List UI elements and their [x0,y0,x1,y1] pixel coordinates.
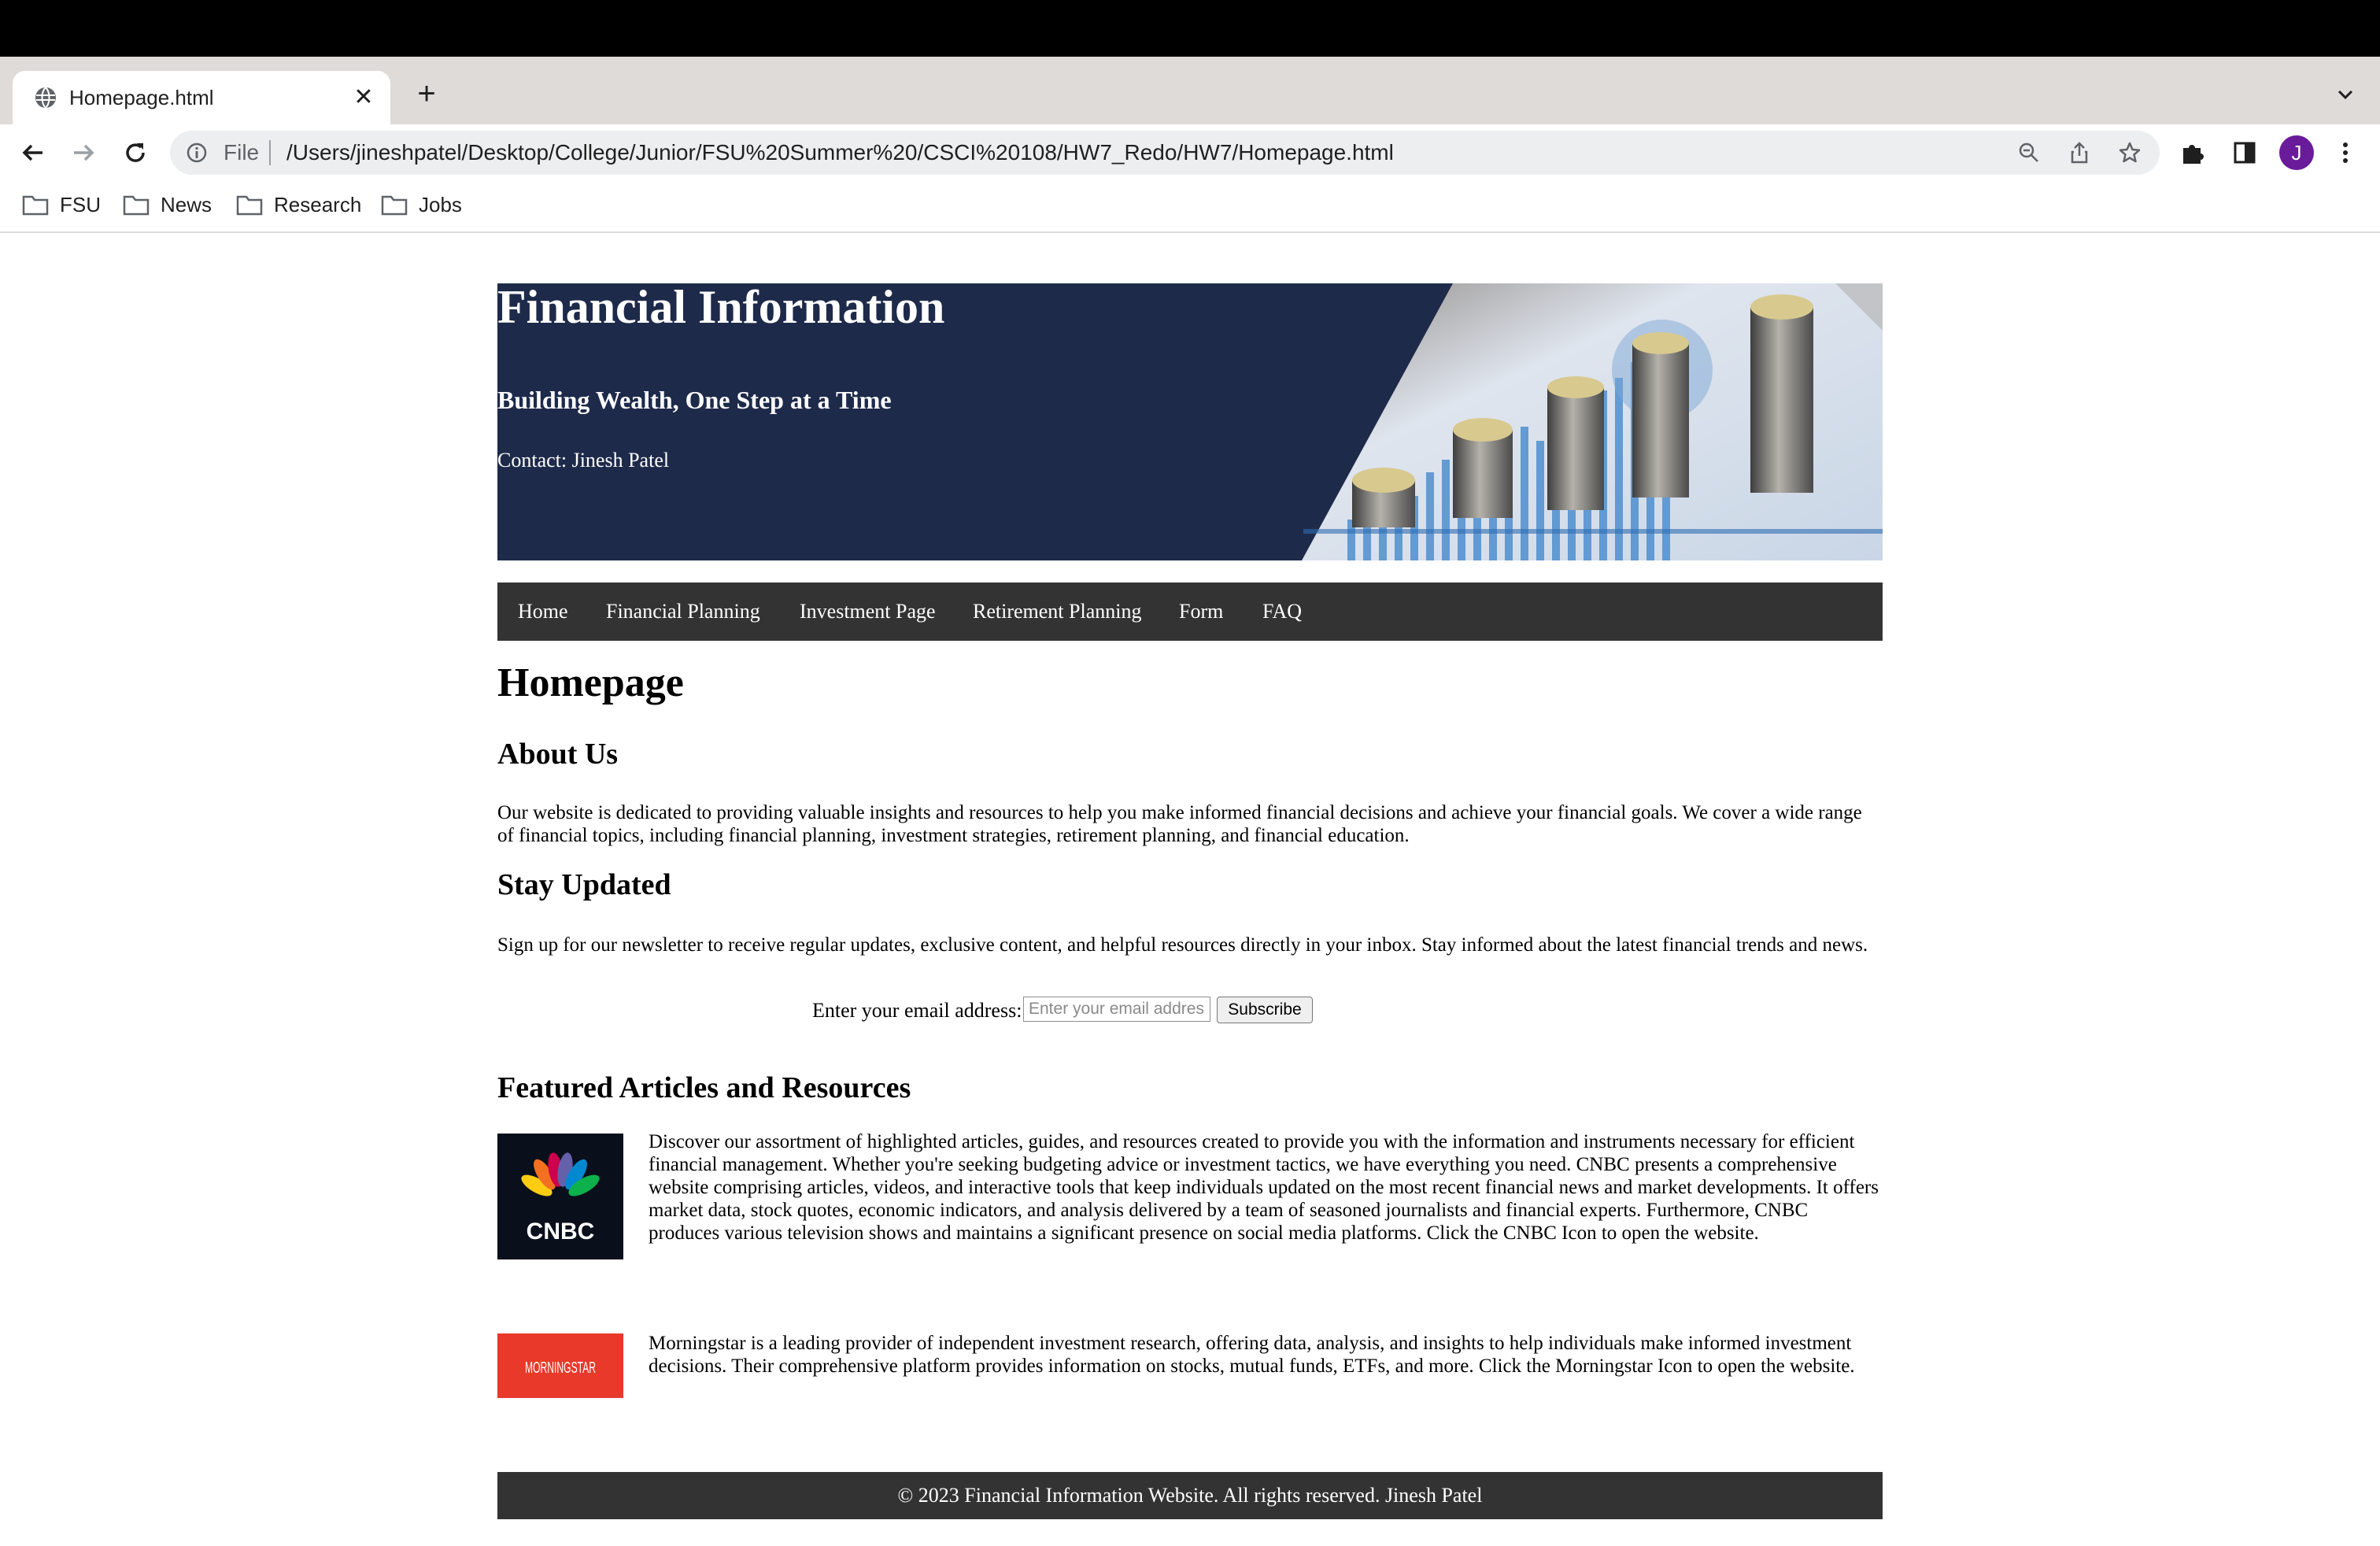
stay-updated-text: Sign up for our newsletter to receive re… [497,934,1868,956]
nav-link-form[interactable]: Form [1179,583,1223,641]
bookmark-label: FSU [60,193,101,216]
header-banner: Financial Information Building Wealth, O… [497,283,1883,560]
cnbc-article-text: Discover our assortment of highlighted a… [649,1131,1879,1244]
folder-icon [22,195,49,216]
contact-info: Contact: Jinesh Patel [497,449,670,472]
kebab-menu-icon[interactable] [2330,137,2361,168]
url-scheme-label: File [224,140,260,165]
svg-text:CNBC: CNBC [527,1219,595,1245]
cnbc-peacock-logo: CNBC [521,1152,600,1245]
browser-tab[interactable]: Homepage.html ✕ [13,71,390,124]
site-footer: © 2023 Financial Information Website. Al… [497,1472,1883,1519]
morningstar-article-text: Morningstar is a leading provider of ind… [649,1333,1855,1377]
about-us-text: Our website is dedicated to providing va… [497,802,1862,846]
site-title: Financial Information [497,283,945,333]
featured-heading: Featured Articles and Resources [497,1071,911,1104]
forward-arrow-icon[interactable] [68,137,99,168]
info-icon[interactable] [186,142,208,164]
main-nav: Home Financial Planning Investment Page … [497,583,1883,641]
folder-icon [123,195,150,216]
side-panel-icon[interactable] [2229,137,2260,168]
bookmark-label: News [161,193,213,216]
bookmark-label: Research [274,193,362,216]
cnbc-logo-link[interactable]: CNBC [497,1134,623,1259]
email-input[interactable] [1023,997,1210,1022]
bookmarks-bar: FSU News Research Jobs [0,181,2380,233]
page-title: Homepage [497,660,684,705]
profile-avatar[interactable]: J [2279,135,2314,170]
address-bar[interactable]: File /Users/jineshpatel/Desktop/College/… [170,131,2160,175]
nav-link-investment-page[interactable]: Investment Page [800,583,936,641]
bookmark-label: Jobs [419,193,462,216]
about-us-heading: About Us [497,738,619,771]
nav-link-retirement-planning[interactable]: Retirement Planning [973,583,1141,641]
reload-icon[interactable] [120,137,151,168]
nav-link-home[interactable]: Home [518,583,568,641]
subscribe-button[interactable]: Subscribe [1217,997,1313,1023]
email-label: Enter your email address: [812,999,1022,1022]
tab-search-chevron-icon[interactable] [2333,82,2358,107]
morningstar-logo-link[interactable]: MORNINGSTAR [497,1333,623,1398]
svg-text:MORNINGSTAR: MORNINGSTAR [525,1359,596,1377]
folder-icon [381,195,408,216]
browser-toolbar: File /Users/jineshpatel/Desktop/College/… [0,124,2380,181]
bookmark-star-icon[interactable] [2117,140,2142,165]
nav-link-faq[interactable]: FAQ [1262,583,1302,641]
new-tab-button[interactable]: + [411,78,442,110]
zoom-icon[interactable] [2016,140,2042,165]
omnibox-divider [269,140,271,165]
tab-strip: Homepage.html ✕ [0,57,2380,124]
share-icon[interactable] [2067,140,2092,165]
globe-icon [35,87,56,109]
copyright-text: © 2023 Financial Information Website. Al… [897,1484,1483,1507]
tab-close-icon[interactable]: ✕ [348,82,379,113]
site-tagline: Building Wealth, One Step at a Time [497,386,892,414]
back-arrow-icon[interactable] [17,137,49,168]
folder-icon [236,195,263,216]
stay-updated-heading: Stay Updated [497,868,671,901]
morningstar-logo: MORNINGSTAR [525,1359,596,1377]
tab-title: Homepage.html [69,86,214,109]
extensions-puzzle-icon[interactable] [2177,137,2208,168]
url-text[interactable]: /Users/jineshpatel/Desktop/College/Junio… [286,137,1394,168]
nav-link-financial-planning[interactable]: Financial Planning [606,583,760,641]
screen-top-bar [0,0,2380,57]
